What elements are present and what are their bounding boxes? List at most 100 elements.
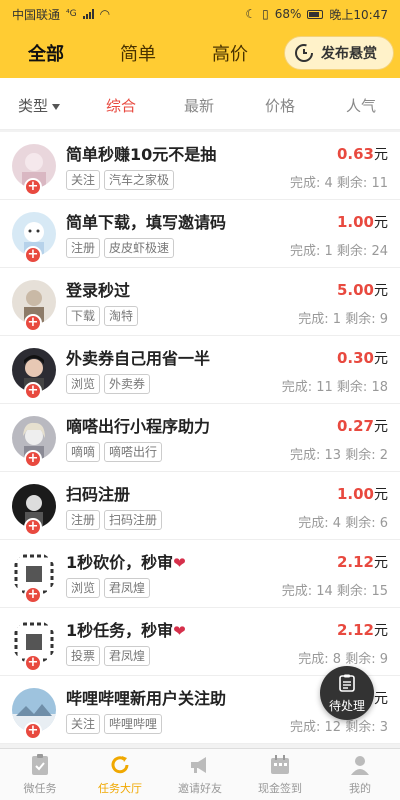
task-row[interactable]: + 1秒砍价，秒审❤ 浏览 君凤煌 2.12元 完成: 14 剩余: 15 xyxy=(0,540,400,608)
price-value: 5.00 xyxy=(336,281,374,299)
task-tag: 皮皮虾极速 xyxy=(104,238,175,258)
heart-icon: ❤ xyxy=(173,554,186,572)
price-unit: 元 xyxy=(374,487,388,503)
add-icon[interactable]: + xyxy=(24,382,42,400)
carrier-label: 中国联通 xyxy=(12,7,61,22)
price-unit: 元 xyxy=(374,623,388,639)
calendar-icon xyxy=(271,755,289,774)
task-price: 1.00元 xyxy=(337,212,388,232)
tab-high-price[interactable]: 高价 xyxy=(212,40,248,66)
add-icon[interactable]: + xyxy=(24,586,42,604)
task-row[interactable]: + 嘀嗒出行小程序助力 嘀嘀 嘀嗒出行 0.27元 完成: 13 剩余: 2 xyxy=(0,404,400,472)
price-value: 0.27 xyxy=(336,417,374,435)
task-tag: 下载 xyxy=(66,306,101,326)
price-unit: 元 xyxy=(374,283,388,299)
clock: 晚上10:47 xyxy=(329,7,388,22)
price-unit: 元 xyxy=(374,215,388,231)
task-row[interactable]: + 登录秒过 下载 淘特 5.00元 完成: 1 剩余: 9 xyxy=(0,268,400,336)
sort-comprehensive[interactable]: 综合 xyxy=(106,95,136,116)
signal-icon xyxy=(82,9,94,19)
wifi-icon: ◠ xyxy=(99,7,111,21)
pending-button[interactable]: 待处理 xyxy=(320,666,374,720)
tab-all[interactable]: 全部 xyxy=(26,40,66,67)
battery-percent: 68% xyxy=(274,7,302,21)
sort-popular[interactable]: 人气 xyxy=(346,95,376,116)
price-unit: 元 xyxy=(374,555,388,571)
task-price: 2.12元 xyxy=(337,620,388,640)
task-title-text: 1秒任务，秒审 xyxy=(66,621,174,640)
pending-label: 待处理 xyxy=(328,699,365,713)
task-price: 2.12元 xyxy=(337,552,388,572)
price-unit: 元 xyxy=(374,419,388,435)
task-price: 1.00元 xyxy=(337,484,388,504)
network-label: ⁴G xyxy=(66,9,77,19)
task-title: 简单秒赚10元不是抽 xyxy=(66,145,217,164)
task-stats: 完成: 11 剩余: 18 xyxy=(281,380,388,395)
tab-simple[interactable]: 简单 xyxy=(120,40,156,66)
nav-cash-checkin[interactable]: 现金签到 xyxy=(240,749,320,800)
refresh-icon xyxy=(111,756,129,774)
task-title: 1秒砍价，秒审❤ xyxy=(66,549,186,573)
task-stats: 完成: 13 剩余: 2 xyxy=(290,448,388,463)
task-stats: 完成: 4 剩余: 11 xyxy=(290,176,388,191)
caret-down-icon xyxy=(52,103,61,110)
task-stats: 完成: 1 剩余: 24 xyxy=(290,244,388,259)
task-tag: 投票 xyxy=(66,646,101,666)
task-tag: 嘀嗒出行 xyxy=(104,442,163,462)
task-tag: 哔哩哔哩 xyxy=(104,714,163,734)
nav-micro-task[interactable]: 微任务 xyxy=(0,749,80,800)
add-icon[interactable]: + xyxy=(24,314,42,332)
task-stats: 完成: 1 剩余: 9 xyxy=(298,312,388,327)
task-title: 登录秒过 xyxy=(66,281,131,300)
refresh-icon xyxy=(295,44,313,62)
task-tag: 淘特 xyxy=(104,306,139,326)
nav-label: 邀请好友 xyxy=(178,782,222,795)
task-price: 0.30元 xyxy=(337,348,388,368)
task-title: 简单下载，填写邀请码 xyxy=(66,213,227,232)
add-icon[interactable]: + xyxy=(24,654,42,672)
task-title: 外卖券自己用省一半 xyxy=(66,349,211,368)
filter-type-label: 类型 xyxy=(18,97,49,115)
price-value: 0.63 xyxy=(336,145,374,163)
filter-type-dropdown[interactable]: 类型 xyxy=(18,95,61,116)
task-title: 哔哩哔哩新用户关注助 xyxy=(66,689,227,708)
publish-reward-label: 发布悬赏 xyxy=(321,46,377,62)
task-stats: 完成: 8 剩余: 9 xyxy=(298,652,388,667)
nav-label: 现金签到 xyxy=(258,782,302,795)
nav-label: 微任务 xyxy=(23,782,57,795)
tab-all-label: 全部 xyxy=(28,44,64,65)
add-icon[interactable]: + xyxy=(24,722,42,740)
task-title: 嘀嗒出行小程序助力 xyxy=(66,417,211,436)
task-tag: 注册 xyxy=(66,238,101,258)
add-icon[interactable]: + xyxy=(24,178,42,196)
sort-newest[interactable]: 最新 xyxy=(184,95,214,116)
task-tag: 浏览 xyxy=(66,374,101,394)
add-icon[interactable]: + xyxy=(24,246,42,264)
header: 中国联通 ⁴G ◠ ☾ ▯ 68% 晚上10:47 全部 简单 高价 发布悬赏 xyxy=(0,0,400,78)
nav-invite-friends[interactable]: 邀请好友 xyxy=(160,749,240,800)
task-price: 0.27元 xyxy=(337,416,388,436)
megaphone-icon xyxy=(191,757,206,773)
add-icon[interactable]: + xyxy=(24,450,42,468)
task-title-text: 1秒砍价，秒审 xyxy=(66,553,174,572)
person-icon xyxy=(351,756,369,775)
task-list: + 简单秒赚10元不是抽 关注 汽车之家极 0.63元 完成: 4 剩余: 11 … xyxy=(0,132,400,744)
battery-icon xyxy=(307,9,324,19)
task-tag: 外卖券 xyxy=(104,374,151,394)
bottom-nav: 微任务 任务大厅 邀请好友 现金签到 我的 xyxy=(0,748,400,800)
price-value: 2.12 xyxy=(336,621,374,639)
nav-mine[interactable]: 我的 xyxy=(320,749,400,800)
add-icon[interactable]: + xyxy=(24,518,42,536)
task-row[interactable]: + 简单下载，填写邀请码 注册 皮皮虾极速 1.00元 完成: 1 剩余: 24 xyxy=(0,200,400,268)
task-price: 0.63元 xyxy=(337,144,388,164)
task-row[interactable]: + 外卖券自己用省一半 浏览 外卖券 0.30元 完成: 11 剩余: 18 xyxy=(0,336,400,404)
task-tag: 关注 xyxy=(66,714,101,734)
task-row[interactable]: + 扫码注册 注册 扫码注册 1.00元 完成: 4 剩余: 6 xyxy=(0,472,400,540)
nav-label: 任务大厅 xyxy=(98,782,142,795)
sort-price[interactable]: 价格 xyxy=(265,95,295,116)
publish-reward-button[interactable]: 发布悬赏 xyxy=(284,36,394,70)
task-tag: 嘀嘀 xyxy=(66,442,101,462)
moon-icon: ☾ xyxy=(245,7,257,21)
task-row[interactable]: + 简单秒赚10元不是抽 关注 汽车之家极 0.63元 完成: 4 剩余: 11 xyxy=(0,132,400,200)
nav-task-hall[interactable]: 任务大厅 xyxy=(80,749,160,800)
